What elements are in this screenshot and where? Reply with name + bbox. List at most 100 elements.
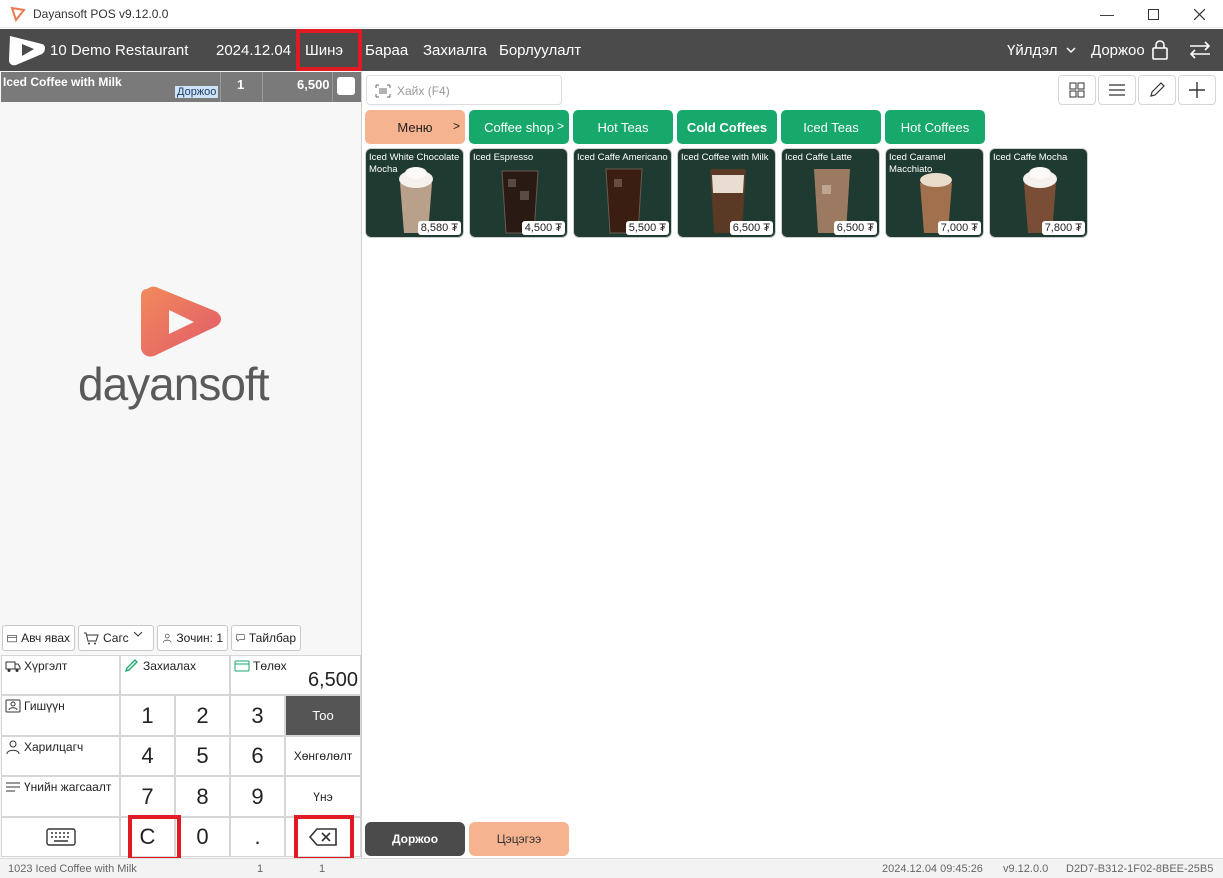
barcode-icon [375, 84, 391, 98]
order-item-checkbox[interactable] [337, 77, 355, 95]
status-datetime: 2024.12.04 09:45:26 [882, 863, 983, 875]
person-icon [162, 633, 172, 643]
comment-icon [236, 634, 245, 642]
lock-icon[interactable] [1151, 39, 1169, 61]
key-3[interactable]: 3 [230, 695, 285, 736]
customer-button[interactable]: Харилцагч [1, 736, 120, 776]
product-tile[interactable]: Iced Coffee with Milk 6,500 ₮ [677, 148, 776, 238]
grid-icon [1069, 82, 1085, 98]
order-item-row[interactable]: Iced Coffee with Milk Доржоо 1 6,500 [1, 72, 361, 102]
product-tile[interactable]: Iced Caramel Macchiato 7,000 ₮ [885, 148, 984, 238]
maximize-icon[interactable] [1130, 0, 1176, 28]
status-device-id: D2D7-B312-1F02-8BEE-25B5 [1066, 863, 1214, 875]
category-hot-coffees[interactable]: Hot Coffees [885, 110, 985, 144]
product-price: 7,000 ₮ [937, 221, 981, 235]
minimize-icon[interactable]: — [1084, 0, 1130, 28]
status-bar: 1023 Iced Coffee with Milk 1 1 2024.12.0… [0, 858, 1223, 878]
user-button[interactable]: Доржоо [365, 822, 465, 856]
business-date: 2024.12.04 [216, 42, 292, 59]
order-item-name: Iced Coffee with Milk [3, 75, 122, 89]
note-label: Тайлбар [248, 631, 296, 645]
key-7[interactable]: 7 [120, 776, 175, 817]
member-icon [5, 699, 21, 713]
delivery-button[interactable]: Хүргэлт [1, 655, 120, 695]
key-2[interactable]: 2 [175, 695, 230, 736]
cart-icon [84, 632, 99, 645]
close-icon[interactable] [1176, 0, 1222, 28]
plus-icon [1189, 82, 1205, 98]
takeaway-button[interactable]: Авч явах [2, 625, 75, 651]
nav-new[interactable]: Шинэ [305, 42, 343, 59]
window-title: Dayansoft POS v9.12.0.0 [33, 7, 169, 21]
category-hot-teas[interactable]: Hot Teas [573, 110, 673, 144]
search-input[interactable]: Хайх (F4) [397, 84, 450, 98]
key-decimal[interactable]: . [230, 817, 285, 857]
status-qty-1: 1 [257, 863, 264, 875]
key-0[interactable]: 0 [175, 817, 230, 857]
status-item: 1023 Iced Coffee with Milk [8, 863, 137, 875]
product-name: Iced Caffe Americano [577, 152, 668, 163]
key-9[interactable]: 9 [230, 776, 285, 817]
product-price: 6,500 ₮ [729, 221, 773, 235]
guests-button[interactable]: Зочин: 1 [157, 625, 228, 651]
list-view-button[interactable] [1098, 75, 1136, 105]
category-iced-teas[interactable]: Iced Teas [781, 110, 881, 144]
switch-arrows-icon[interactable] [1188, 40, 1212, 60]
chevron-down-icon [1066, 47, 1076, 54]
status-qty-2: 1 [319, 863, 326, 875]
nav-operations[interactable]: Үйлдэл [1007, 42, 1057, 59]
order-submit-button[interactable]: Захиалах [120, 655, 230, 695]
keyboard-icon [45, 828, 76, 846]
box-icon [7, 635, 17, 643]
product-tile[interactable]: Iced Caffe Americano 5,500 ₮ [573, 148, 672, 238]
key-5[interactable]: 5 [175, 736, 230, 776]
brand-logo-icon[interactable] [6, 33, 46, 67]
nav-sales[interactable]: Борлуулалт [499, 42, 581, 59]
payment-button[interactable]: Төлөх 6,500 [230, 655, 361, 695]
nav-user[interactable]: Доржоо [1091, 42, 1145, 59]
note-button[interactable]: Тайлбар [231, 625, 301, 651]
category-cold-coffees[interactable]: Cold Coffees [677, 110, 777, 144]
edit-button[interactable] [1138, 75, 1176, 105]
product-name: Iced Caramel Macchiato [889, 152, 946, 175]
keyboard-button[interactable] [1, 817, 120, 857]
status-version: v9.12.0.0 [1003, 863, 1049, 875]
highlight-clear [128, 815, 181, 861]
key-6[interactable]: 6 [230, 736, 285, 776]
takeaway-label: Авч явах [21, 631, 70, 645]
nav-products[interactable]: Бараа [365, 42, 408, 59]
category-menu-label: Меню [397, 119, 433, 135]
chevron-right-icon: > [556, 119, 564, 133]
product-price: 5,500 ₮ [625, 221, 669, 235]
key-4[interactable]: 4 [120, 736, 175, 776]
category-coffee-shop[interactable]: Coffee shop > [469, 110, 569, 144]
product-price: 6,500 ₮ [833, 221, 877, 235]
add-button[interactable] [1178, 75, 1216, 105]
product-tile[interactable]: Iced White Chocolate Mocha 8,580 ₮ [365, 148, 464, 238]
staff-button[interactable]: Цэцэгээ [469, 822, 569, 856]
product-name: Iced White Chocolate Mocha [369, 152, 460, 175]
qty-mode-button[interactable]: Тоо [285, 695, 361, 736]
restaurant-name[interactable]: 10 Demo Restaurant [50, 42, 188, 59]
grid-view-button[interactable] [1058, 75, 1096, 105]
key-8[interactable]: 8 [175, 776, 230, 817]
list-icon [6, 782, 20, 792]
member-button[interactable]: Гишүүн [1, 695, 120, 736]
price-button[interactable]: Үнэ [285, 776, 361, 817]
product-tile[interactable]: Iced Caffe Mocha 7,800 ₮ [989, 148, 1088, 238]
order-item-qty: 1 [237, 77, 245, 92]
product-tile[interactable]: Iced Espresso 4,500 ₮ [469, 148, 568, 238]
product-tile[interactable]: Iced Caffe Latte 6,500 ₮ [781, 148, 880, 238]
key-1[interactable]: 1 [120, 695, 175, 736]
category-menu[interactable]: Меню > [365, 110, 465, 144]
nav-orders[interactable]: Захиалга [423, 42, 487, 59]
cart-button[interactable]: Сагс [78, 625, 154, 651]
search-box[interactable]: Хайх (F4) [366, 75, 562, 105]
discount-button[interactable]: Хөнгөлөлт [285, 736, 361, 776]
pencil-icon [1150, 82, 1165, 97]
product-price: 4,500 ₮ [521, 221, 565, 235]
price-list-button[interactable]: Үнийн жагсаалт [1, 776, 120, 817]
card-icon [234, 660, 250, 672]
top-navigation: 10 Demo Restaurant 2024.12.04 Шинэ Бараа… [0, 29, 1223, 71]
order-item-amount: 6,500 [297, 77, 330, 92]
